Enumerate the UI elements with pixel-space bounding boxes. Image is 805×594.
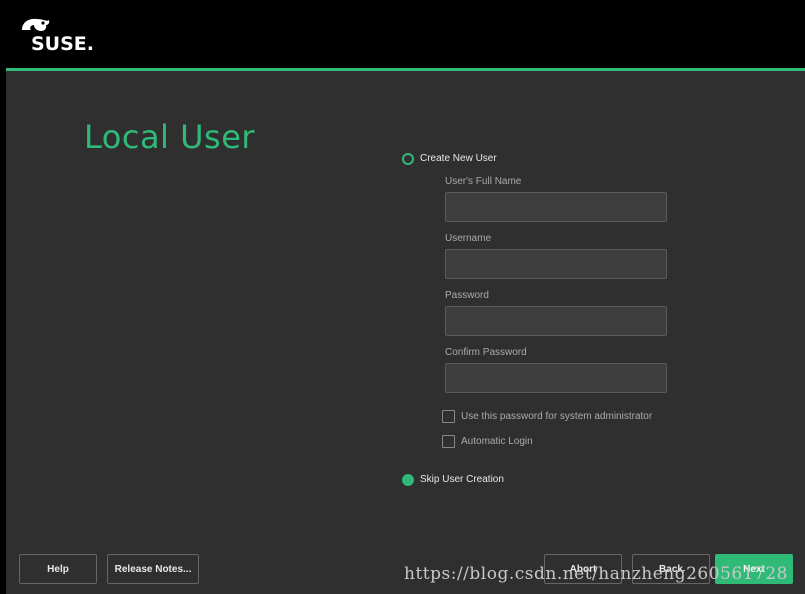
help-button[interactable]: Help <box>19 554 97 584</box>
confirm-password-field[interactable] <box>445 363 667 393</box>
username-field[interactable] <box>445 249 667 279</box>
password-field[interactable] <box>445 306 667 336</box>
suse-logo: SUSE. <box>22 18 93 54</box>
confirm-password-label: Confirm Password <box>445 347 527 358</box>
use-for-admin-label[interactable]: Use this password for system administrat… <box>461 411 652 422</box>
password-label: Password <box>445 290 489 301</box>
watermark-text: https://blog.csdn.net/hanzheng260561728 <box>404 564 788 584</box>
create-new-user-radio[interactable] <box>402 153 414 165</box>
create-new-user-label[interactable]: Create New User <box>420 153 497 164</box>
header-bar: SUSE. <box>0 0 805 68</box>
release-notes-button[interactable]: Release Notes... <box>107 554 199 584</box>
full-name-label: User's Full Name <box>445 176 522 187</box>
username-label: Username <box>445 233 492 244</box>
full-name-field[interactable] <box>445 192 667 222</box>
automatic-login-checkbox[interactable] <box>442 435 455 448</box>
page-title: Local User <box>84 118 256 156</box>
automatic-login-label[interactable]: Automatic Login <box>461 436 533 447</box>
use-for-admin-checkbox[interactable] <box>442 410 455 423</box>
skip-user-creation-radio[interactable] <box>402 474 414 486</box>
skip-user-creation-label[interactable]: Skip User Creation <box>420 474 504 485</box>
logo-text: SUSE. <box>31 33 93 54</box>
